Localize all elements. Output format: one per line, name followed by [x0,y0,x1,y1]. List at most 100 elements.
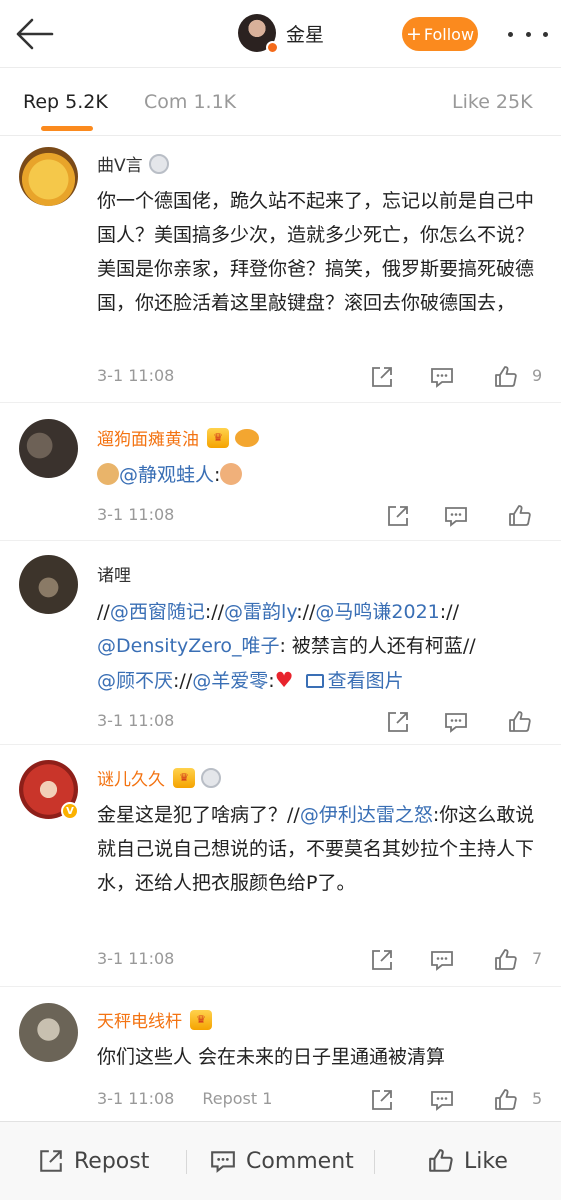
mention-link[interactable]: @马鸣谦2021 [315,601,439,623]
like-count: 9 [532,366,543,385]
comment-text: //@西窗随记://@雷韵ly://@马鸣谦2021://@DensityZer… [97,595,537,698]
bottom-action-bar: Repost Comment Like [0,1121,561,1200]
comment-icon[interactable] [430,1088,454,1112]
text-segment: // [97,601,110,623]
avatar[interactable] [19,1003,78,1062]
comment-text: 你们这些人 会在未来的日子里通通被清算 [97,1046,446,1068]
forward-icon[interactable] [370,948,394,972]
thumbs-up-icon[interactable] [494,365,518,389]
tab-likes[interactable]: Like 25K [452,91,533,113]
repost-label: Repost [74,1148,150,1174]
forward-icon[interactable] [370,1088,394,1112]
avatar[interactable] [19,555,78,614]
divider [374,1150,375,1174]
like-count: 7 [532,949,543,968]
divider [186,1150,187,1174]
comment-actions [0,504,561,528]
comment-actions: 5 [0,1088,561,1112]
username[interactable]: 诸哩 [97,561,131,586]
forward-icon[interactable] [386,710,410,734]
thumbs-up-icon[interactable] [508,710,532,734]
thumbs-up-icon[interactable] [494,1088,518,1112]
like-button[interactable]: Like [428,1148,508,1174]
thumbs-up-icon [429,1149,453,1172]
avatar[interactable] [19,147,78,206]
avatar[interactable]: V [19,760,79,820]
author-name[interactable]: 金星 [286,20,324,47]
list-item: 天秤电线杆 ♛ 你们这些人 会在未来的日子里通通被清算 3-1 11:08 Rep… [0,987,561,1120]
comment-icon[interactable] [444,504,468,528]
username-text[interactable]: 天秤电线杆 [97,1007,182,1032]
mention-link[interactable]: @西窗随记 [110,601,205,623]
mention-link[interactable]: @DensityZero_唯子 [97,635,279,657]
medal-icon [148,153,169,174]
follow-label: Follow [423,24,475,44]
text-segment: : 被禁言的人还有柯蓝// [279,635,476,657]
comment-actions: 7 [0,948,561,972]
comment-icon[interactable] [430,365,454,389]
mention-link[interactable]: @雷韵ly [224,601,296,623]
author-avatar[interactable] [238,14,279,54]
comment-actions [0,710,561,734]
like-count: 5 [532,1089,543,1108]
repost-list: 曲V言 你一个德国佬，跪久站不起来了，忘记以前是自己中国人？美国搞多少次，造就多… [0,137,561,1120]
comment-icon[interactable] [430,948,454,972]
list-item: 遛狗面瘫黄油 ♛ @静观蛙人: 3-1 11:08 [0,403,561,541]
tab-bar: Rep 5.2K Com 1.1K Like 25K [0,68,561,136]
text-segment: :// [296,601,316,623]
forward-icon [40,1150,62,1172]
avatar[interactable] [19,419,78,478]
username[interactable]: 天秤电线杆 ♛ [97,1007,212,1032]
view-image-link[interactable]: 查看图片 [305,670,404,692]
more-options-icon[interactable] [508,24,548,44]
comment-icon[interactable] [444,710,468,734]
thumbs-up-icon[interactable] [508,504,532,528]
forward-icon[interactable] [370,365,394,389]
mention-link[interactable]: @伊利达雷之怒 [300,804,433,826]
comment-button[interactable]: Comment [210,1148,354,1174]
comment-text: 金星这是犯了啥病了？//@伊利达雷之怒:你这么敢说就自己说自己想说的话，不要莫名… [97,798,537,900]
thumbs-up-icon[interactable] [494,948,518,972]
repost-button[interactable]: Repost [38,1148,149,1174]
comment-icon [211,1151,235,1173]
active-tab-indicator [41,126,93,131]
pufferfish-icon [235,428,259,447]
post-author[interactable]: 金星 [238,14,324,54]
username-text[interactable]: 谜儿久久 [97,765,165,790]
comment-text: 你一个德国佬，跪久站不起来了，忘记以前是自己中国人？美国搞多少次，造就多少死亡，… [97,190,535,314]
image-icon [305,674,324,688]
crown-icon: ♛ [190,1009,212,1030]
username-text[interactable]: 诸哩 [97,561,131,586]
list-item: 曲V言 你一个德国佬，跪久站不起来了，忘记以前是自己中国人？美国搞多少次，造就多… [0,137,561,403]
crown-icon: ♛ [207,427,229,448]
mention-link[interactable]: @羊爱零 [192,670,268,692]
text-segment: 金星这是犯了啥病了？// [97,804,300,826]
username-text[interactable]: 曲V言 [97,151,143,176]
plus-icon: + [405,22,422,45]
follow-button[interactable]: + Follow [402,17,478,51]
tab-comments[interactable]: Com 1.1K [144,91,236,113]
heart-icon: ♥ [274,668,294,692]
list-item: 诸哩 //@西窗随记://@雷韵ly://@马鸣谦2021://@Density… [0,541,561,745]
view-image-label[interactable]: 查看图片 [328,670,404,692]
forward-icon[interactable] [386,504,410,528]
comment-text: @静观蛙人: [97,458,537,492]
list-item: V 谜儿久久 ♛ 金星这是犯了啥病了？//@伊利达雷之怒:你这么敢说就自己说自己… [0,745,561,987]
crown-icon: ♛ [173,767,195,788]
mention-link[interactable]: @顾不厌 [97,670,173,692]
username[interactable]: 曲V言 [97,151,169,176]
top-bar: 金星 + Follow [0,0,561,68]
comment-label: Comment [246,1148,354,1174]
verified-badge-icon: V [61,802,79,820]
username-text[interactable]: 遛狗面瘫黄油 [97,425,199,450]
username[interactable]: 谜儿久久 ♛ [97,765,221,790]
medal-icon [201,767,221,788]
text-segment: :// [204,601,225,623]
username[interactable]: 遛狗面瘫黄油 ♛ [97,425,259,450]
tab-reposts[interactable]: Rep 5.2K [23,91,108,113]
verified-badge-icon [266,41,279,54]
clap-emoji-icon [220,463,243,485]
back-arrow-icon[interactable] [12,14,56,54]
mention-link[interactable]: @静观蛙人 [119,464,214,486]
monkey-emoji-icon [97,463,119,485]
